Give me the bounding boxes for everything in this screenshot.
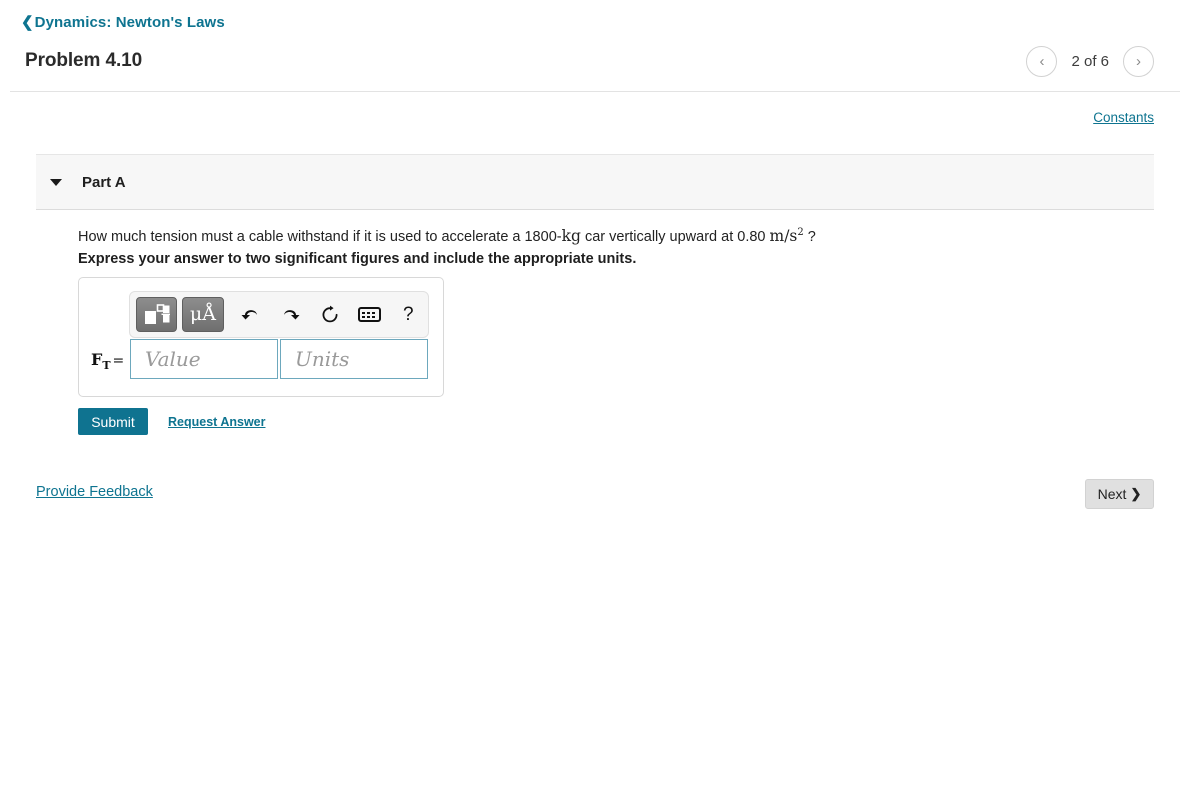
mu-angstrom-icon[interactable]: μÅ — [182, 297, 224, 332]
question-text-before: How much tension must a cable withstand … — [78, 229, 562, 246]
next-button[interactable]: Next ❯ — [1085, 479, 1154, 509]
keyboard-glyph — [357, 307, 381, 322]
request-answer-link[interactable]: Request Answer — [168, 415, 265, 429]
equals-sign: = — [112, 353, 125, 369]
part-a-label: Part A — [82, 173, 126, 191]
part-a-header[interactable]: Part A — [36, 154, 1154, 210]
unit-kg: kg — [561, 227, 581, 246]
chevron-right-icon: ❯ — [1130, 486, 1142, 501]
undo-icon[interactable] — [232, 295, 271, 335]
variable-symbol: F — [91, 350, 103, 369]
chevron-left-icon: ❮ — [21, 14, 34, 31]
header-divider — [10, 91, 1180, 92]
answer-units-input[interactable] — [280, 339, 428, 379]
keyboard-icon[interactable] — [349, 295, 388, 335]
redo-icon[interactable] — [271, 295, 310, 335]
answer-variable-label: FT = — [91, 350, 124, 372]
title-row: Problem 4.10 ‹ 2 of 6 › — [0, 44, 1200, 92]
question-mark-icon[interactable]: ? — [389, 295, 428, 335]
question-text-after: ? — [803, 229, 816, 246]
next-button-label: Next — [1097, 486, 1127, 502]
answer-value-input[interactable] — [130, 339, 278, 379]
question-text: How much tension must a cable withstand … — [78, 223, 816, 247]
math-toolbar: μÅ ? — [129, 291, 429, 338]
submit-button[interactable]: Submit — [78, 408, 148, 435]
breadcrumb-back-link[interactable]: ❮ Dynamics: Newton's Laws — [21, 14, 225, 31]
math-template-icon[interactable] — [136, 297, 178, 332]
variable-subscript: T — [102, 359, 111, 373]
unit-acceleration-base: m/s — [769, 227, 798, 246]
unit-acceleration: m/s2 — [770, 227, 804, 245]
constants-link[interactable]: Constants — [1093, 110, 1154, 125]
question-text-middle: car vertically upward at 0.80 — [580, 229, 770, 246]
provide-feedback-link[interactable]: Provide Feedback — [36, 484, 153, 500]
breadcrumb-label: Dynamics: Newton's Laws — [34, 14, 225, 31]
caret-down-icon[interactable] — [50, 178, 62, 186]
answer-entry-box: μÅ ? FT = — [78, 277, 444, 397]
answer-instruction: Express your answer to two significant f… — [78, 251, 637, 267]
pagination-label: 2 of 6 — [1071, 53, 1109, 70]
next-problem-button[interactable]: › — [1123, 46, 1154, 77]
page-title: Problem 4.10 — [25, 50, 143, 71]
reset-icon[interactable] — [310, 295, 349, 335]
pagination: ‹ 2 of 6 › — [1026, 46, 1154, 77]
mu-angstrom-label: μÅ — [189, 303, 216, 325]
prev-problem-button[interactable]: ‹ — [1026, 46, 1058, 77]
